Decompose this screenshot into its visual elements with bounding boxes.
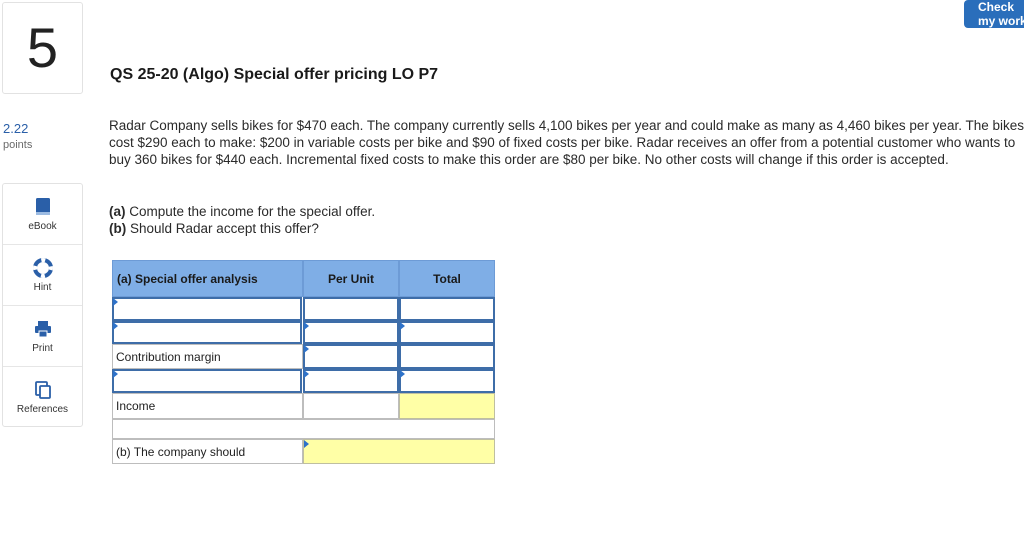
requirements: (a) Compute the income for the special o… bbox=[109, 204, 376, 236]
row2-total-input[interactable] bbox=[399, 321, 495, 344]
header-per-unit: Per Unit bbox=[303, 260, 399, 297]
print-button[interactable]: Print bbox=[3, 306, 82, 367]
spacer-row bbox=[112, 419, 495, 439]
dropdown-marker-icon bbox=[304, 345, 309, 353]
question-number-box: 5 bbox=[2, 2, 83, 94]
row2-per-unit-input[interactable] bbox=[303, 321, 399, 344]
row3-label: Contribution margin bbox=[112, 344, 303, 369]
row5-per-unit-cell bbox=[303, 393, 399, 419]
row2-label-select[interactable] bbox=[112, 321, 302, 344]
printer-icon bbox=[33, 319, 53, 339]
row1-label-select[interactable] bbox=[112, 297, 302, 321]
dropdown-marker-icon bbox=[304, 370, 309, 378]
hint-button[interactable]: Hint bbox=[3, 245, 82, 306]
problem-text: Radar Company sells bikes for $470 each.… bbox=[109, 118, 1024, 167]
references-button[interactable]: References bbox=[3, 367, 82, 427]
header-total: Total bbox=[399, 260, 495, 297]
header-analysis: (a) Special offer analysis bbox=[112, 260, 303, 297]
question-number: 5 bbox=[26, 16, 59, 79]
points-value: 2.22 bbox=[3, 121, 29, 136]
row3-per-unit-input[interactable] bbox=[303, 344, 399, 369]
dropdown-marker-icon bbox=[304, 322, 309, 330]
check-my-work-button[interactable]: Check my work bbox=[964, 0, 1024, 28]
row4-total-input[interactable] bbox=[399, 369, 495, 393]
row1-per-unit-input[interactable] bbox=[303, 297, 399, 321]
dropdown-marker-icon bbox=[400, 322, 405, 330]
row4-label-select[interactable] bbox=[112, 369, 302, 393]
lifebuoy-icon bbox=[32, 257, 53, 278]
question-title: QS 25-20 (Algo) Special offer pricing LO… bbox=[110, 66, 439, 83]
dropdown-marker-icon bbox=[113, 298, 118, 306]
part-b-answer-select[interactable] bbox=[303, 439, 495, 464]
tools-panel: eBook Hint Print References bbox=[2, 183, 83, 427]
dropdown-marker-icon bbox=[400, 370, 405, 378]
book-icon bbox=[33, 197, 53, 217]
dropdown-marker-icon bbox=[113, 322, 118, 330]
income-total-answer[interactable] bbox=[399, 393, 495, 419]
row3-total-input[interactable] bbox=[399, 344, 495, 369]
row5-label: Income bbox=[112, 393, 303, 419]
ebook-button[interactable]: eBook bbox=[3, 184, 82, 245]
row1-total-input[interactable] bbox=[399, 297, 495, 321]
row4-per-unit-input[interactable] bbox=[303, 369, 399, 393]
points-label: points bbox=[3, 139, 33, 151]
references-icon bbox=[33, 380, 53, 400]
dropdown-marker-icon bbox=[304, 440, 309, 448]
dropdown-marker-icon bbox=[113, 370, 118, 378]
part-b-label: (b) The company should bbox=[112, 439, 303, 464]
